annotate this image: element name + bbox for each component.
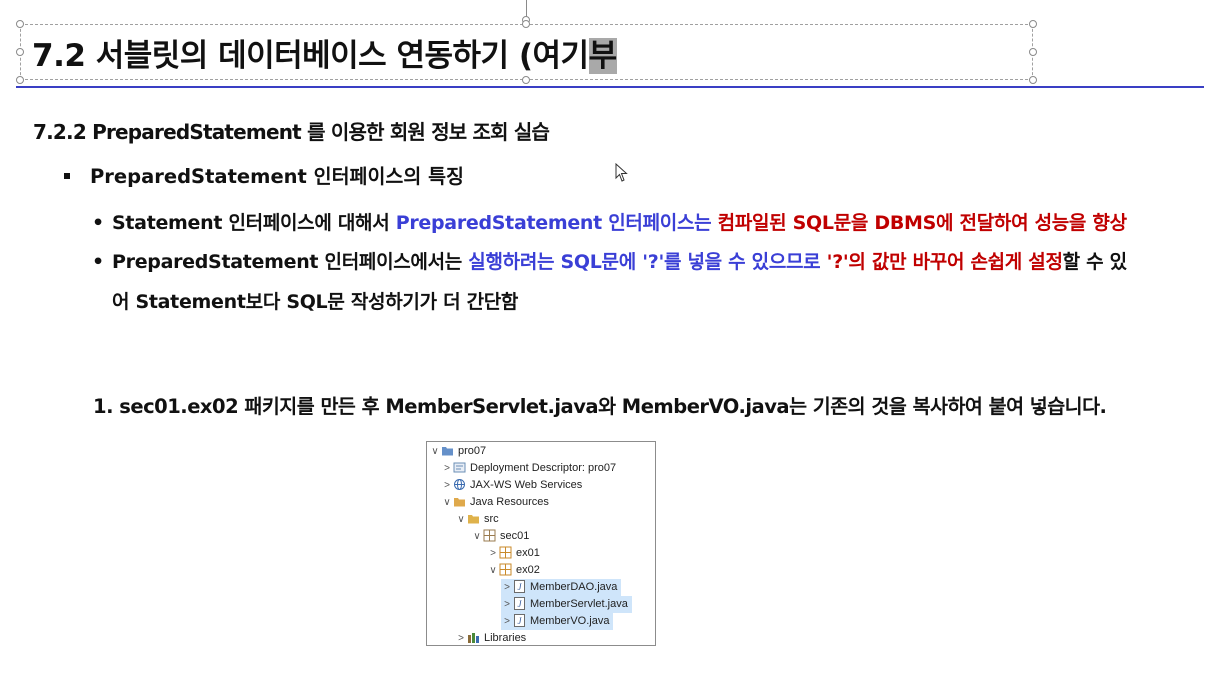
tree-item[interactable]: > J MemberVO.java bbox=[501, 613, 614, 630]
point-2-continued: 어 Statement보다 SQL문 작성하기가 더 간단함 bbox=[112, 291, 519, 313]
project-explorer-image: ∨ pro07 > Deployment Descriptor: pro07 > JAX-… bbox=[426, 441, 656, 646]
resize-handle-left[interactable] bbox=[16, 48, 24, 56]
tree-item[interactable]: > Deployment Descriptor: pro07 bbox=[441, 460, 616, 477]
tree-item[interactable]: > Libraries bbox=[455, 630, 526, 647]
tree-item[interactable]: > ex01 bbox=[487, 545, 540, 562]
chevron-down-icon[interactable]: ∨ bbox=[455, 511, 467, 528]
bullet-main-text: PreparedStatement 인터페이스의 특징 bbox=[90, 165, 464, 188]
point-2-part-a: PreparedStatement 인터페이스에서는 bbox=[112, 251, 469, 273]
chevron-down-icon[interactable]: ∨ bbox=[471, 528, 483, 545]
tree-item-label: MemberServlet.java bbox=[530, 598, 628, 610]
dot-bullet-icon: • bbox=[92, 251, 104, 273]
source-folder-icon bbox=[467, 512, 480, 525]
title-underline bbox=[16, 86, 1204, 88]
slide: 7.2 서블릿의 데이터베이스 연동하기 (여기부 7.2.2 Prepared… bbox=[0, 0, 1224, 683]
webservice-icon bbox=[453, 478, 466, 491]
chevron-right-icon[interactable]: > bbox=[501, 596, 513, 613]
slide-title[interactable]: 7.2 서블릿의 데이터베이스 연동하기 (여기부 bbox=[32, 30, 617, 75]
point-2-part-d: 할 수 있 bbox=[1062, 251, 1127, 273]
java-file-icon: J bbox=[513, 596, 526, 610]
tree-item-label: pro07 bbox=[458, 445, 487, 457]
resize-handle-bottom[interactable] bbox=[522, 76, 530, 84]
point-1-part-c: 컴파일된 SQL문을 DBMS에 전달하여 성능을 향상 bbox=[717, 212, 1127, 234]
section-heading: 7.2.2 PreparedStatement 를 이용한 회원 정보 조회 실… bbox=[33, 120, 550, 144]
tree-item-label: Deployment Descriptor: pro07 bbox=[470, 462, 617, 474]
dot-bullet-icon: • bbox=[92, 212, 104, 234]
tree-item-label: Libraries bbox=[484, 632, 527, 644]
tree-item-label: src bbox=[484, 513, 499, 525]
title-selected-text: 부 bbox=[588, 38, 617, 74]
point-2-part-b: 실행하려는 SQL문에 '?'를 넣을 수 있으므로 bbox=[468, 251, 827, 273]
tree-item[interactable]: > J MemberDAO.java bbox=[501, 579, 622, 596]
tree-item-label: ex02 bbox=[516, 564, 540, 576]
square-bullet-icon bbox=[64, 172, 70, 179]
chevron-right-icon[interactable]: > bbox=[501, 613, 513, 630]
point-2: • PreparedStatement 인터페이스에서는 실행하려는 SQL문에 … bbox=[92, 247, 1127, 274]
chevron-right-icon[interactable]: > bbox=[455, 630, 467, 647]
libraries-icon bbox=[467, 631, 480, 644]
tree-item-label: Java Resources bbox=[470, 496, 549, 508]
tree-item-label: ex01 bbox=[516, 547, 540, 559]
resize-handle-top-right[interactable] bbox=[1029, 20, 1037, 28]
package-icon bbox=[483, 529, 496, 542]
resize-handle-top-left[interactable] bbox=[16, 20, 24, 28]
mouse-cursor-icon bbox=[615, 163, 628, 182]
package-icon bbox=[499, 563, 512, 576]
project-icon bbox=[441, 444, 454, 457]
tree-item[interactable]: > JAX-WS Web Services bbox=[441, 477, 582, 494]
tree-item-label: JAX-WS Web Services bbox=[470, 479, 583, 491]
resize-handle-bottom-right[interactable] bbox=[1029, 76, 1037, 84]
resize-handle-bottom-left[interactable] bbox=[16, 76, 24, 84]
tree-item[interactable]: ∨ ex02 bbox=[487, 562, 540, 579]
chevron-down-icon[interactable]: ∨ bbox=[441, 494, 453, 511]
chevron-down-icon[interactable]: ∨ bbox=[429, 443, 441, 460]
tree-item[interactable]: ∨ pro07 bbox=[429, 443, 486, 460]
point-1-part-b: PreparedStatement 인터페이스는 bbox=[395, 212, 718, 234]
descriptor-icon bbox=[453, 461, 466, 474]
point-1: • Statement 인터페이스에 대해서 PreparedStatement … bbox=[92, 208, 1127, 235]
chevron-right-icon[interactable]: > bbox=[501, 579, 513, 596]
package-icon bbox=[499, 546, 512, 559]
chevron-right-icon[interactable]: > bbox=[441, 460, 453, 477]
bullet-main: PreparedStatement 인터페이스의 특징 bbox=[64, 160, 464, 189]
java-resources-icon bbox=[453, 495, 466, 508]
java-file-icon: J bbox=[513, 579, 526, 593]
resize-handle-right[interactable] bbox=[1029, 48, 1037, 56]
chevron-down-icon[interactable]: ∨ bbox=[487, 562, 499, 579]
chevron-right-icon[interactable]: > bbox=[441, 477, 453, 494]
point-1-part-a: Statement 인터페이스에 대해서 bbox=[112, 212, 396, 234]
tree-item-label: sec01 bbox=[500, 530, 530, 542]
tree-item[interactable]: ∨ sec01 bbox=[471, 528, 529, 545]
chevron-right-icon[interactable]: > bbox=[487, 545, 499, 562]
step-1-text: 1. sec01.ex02 패키지를 만든 후 MemberServlet.ja… bbox=[93, 395, 1107, 418]
resize-handle-top[interactable] bbox=[522, 20, 530, 28]
tree-item[interactable]: ∨ src bbox=[455, 511, 499, 528]
tree-item-label: MemberDAO.java bbox=[530, 581, 618, 593]
point-2-part-c: '?'의 값만 바꾸어 손쉽게 설정 bbox=[826, 251, 1063, 273]
title-main-text: 7.2 서블릿의 데이터베이스 연동하기 (여기 bbox=[32, 38, 589, 74]
tree-item[interactable]: ∨ Java Resources bbox=[441, 494, 549, 511]
tree-item-label: MemberVO.java bbox=[530, 615, 610, 627]
tree-item[interactable]: > J MemberServlet.java bbox=[501, 596, 632, 613]
java-file-icon: J bbox=[513, 613, 526, 627]
